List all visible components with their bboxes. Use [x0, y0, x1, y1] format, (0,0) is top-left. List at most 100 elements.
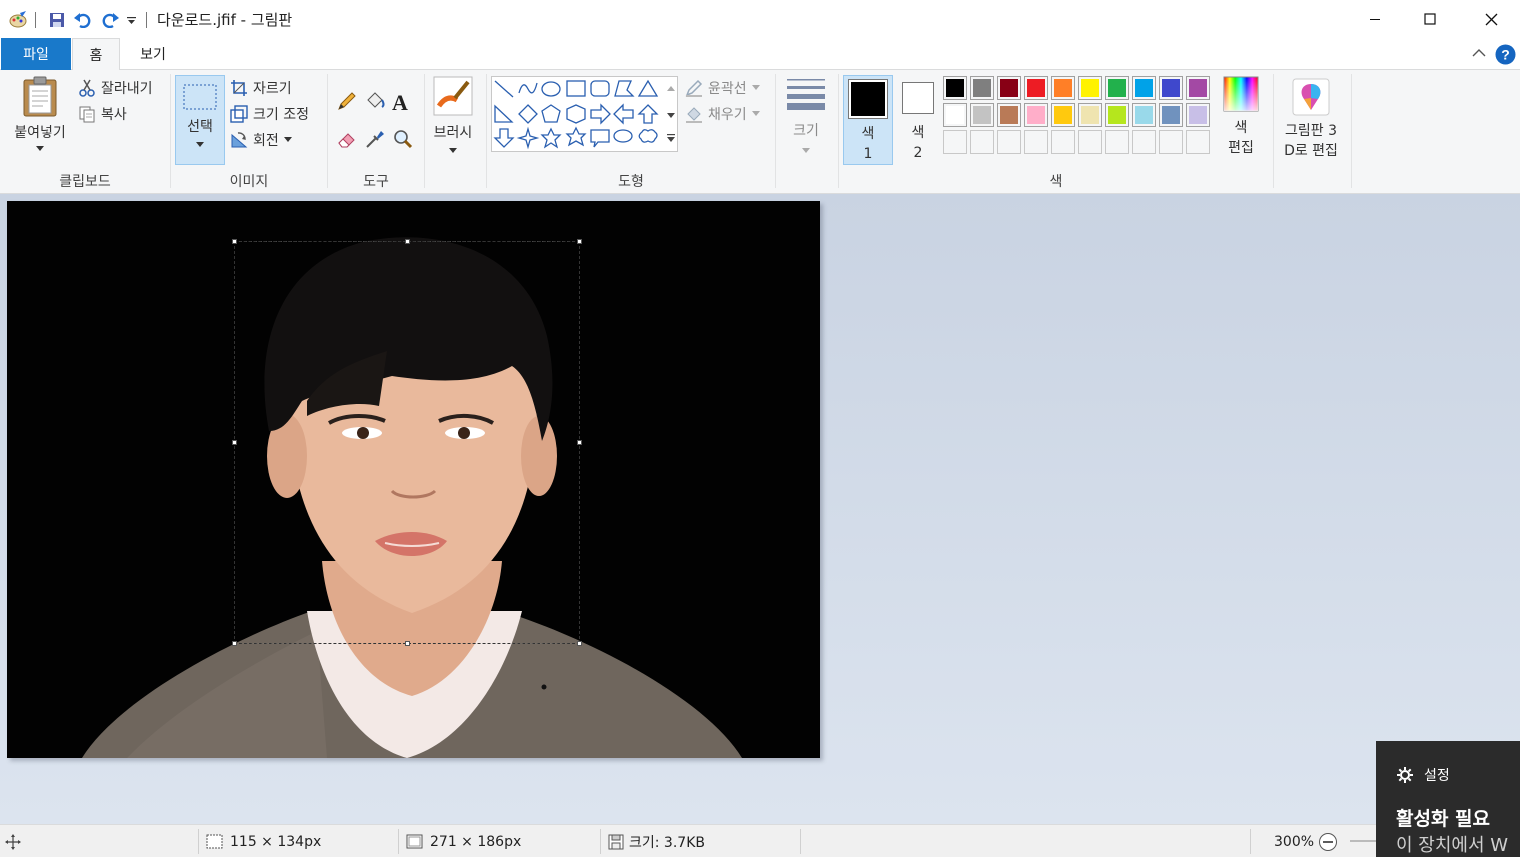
- resize-handle[interactable]: [577, 239, 582, 244]
- palette-swatch[interactable]: [1051, 76, 1075, 100]
- tab-home[interactable]: 홈: [72, 38, 120, 71]
- line-width-icon: [787, 79, 825, 110]
- paint3d-icon: [1292, 78, 1330, 116]
- tab-file[interactable]: 파일: [1, 38, 71, 70]
- selection-size: 115 × 134px: [206, 825, 321, 857]
- settings-link[interactable]: 설정: [1396, 765, 1450, 785]
- resize-handle[interactable]: [232, 641, 237, 646]
- fill-button[interactable]: 채우기: [684, 104, 760, 124]
- pencil-icon[interactable]: [336, 90, 358, 116]
- chevron-down-icon: [449, 148, 457, 153]
- palette-swatch[interactable]: [943, 76, 967, 100]
- paint-app-icon[interactable]: [7, 9, 29, 31]
- rotate-icon: [229, 130, 249, 150]
- palette-swatch[interactable]: [1186, 76, 1210, 100]
- palette-swatch[interactable]: [1186, 103, 1210, 127]
- size-label: 크기: [793, 123, 819, 139]
- scroll-arrows-icon: [667, 86, 675, 142]
- custom-color-slot[interactable]: [1051, 130, 1075, 154]
- image-canvas[interactable]: [7, 201, 820, 758]
- tab-view[interactable]: 보기: [122, 38, 184, 70]
- swatch-fill: [1189, 79, 1207, 97]
- custom-color-slot[interactable]: [1105, 130, 1129, 154]
- shapes-group-label: 도형: [618, 174, 644, 190]
- color2-label-bottom: 2: [913, 145, 923, 161]
- customize-quick-access-icon[interactable]: [124, 9, 138, 31]
- color1-button[interactable]: 색 1: [843, 75, 893, 165]
- help-icon[interactable]: ?: [1495, 44, 1516, 69]
- color1-swatch: [851, 82, 885, 116]
- resize-handle[interactable]: [232, 239, 237, 244]
- shapes-gallery[interactable]: [491, 76, 678, 152]
- magnifier-icon[interactable]: [392, 128, 414, 154]
- text-tool-icon[interactable]: A: [392, 90, 408, 116]
- custom-color-slot[interactable]: [1186, 130, 1210, 154]
- palette-swatch[interactable]: [1132, 76, 1156, 100]
- select-button[interactable]: 선택: [175, 75, 225, 165]
- activation-notice[interactable]: 설정 활성화 필요 이 장치에서 W: [1376, 741, 1520, 857]
- custom-color-slot[interactable]: [1024, 130, 1048, 154]
- redo-icon[interactable]: [99, 9, 121, 31]
- palette-swatch[interactable]: [1159, 76, 1183, 100]
- palette-swatch[interactable]: [1159, 103, 1183, 127]
- swatch-fill: [1054, 106, 1072, 124]
- fill-bucket-icon[interactable]: [364, 90, 386, 116]
- zoom-slider-track[interactable]: [1350, 840, 1376, 842]
- edit-with-paint3d-button[interactable]: 그림판 3 D로 편집: [1278, 78, 1344, 164]
- minimize-button[interactable]: [1346, 0, 1404, 38]
- rotate-button[interactable]: 회전: [229, 130, 292, 150]
- copy-button[interactable]: 복사: [77, 104, 127, 124]
- palette-swatch[interactable]: [1105, 76, 1129, 100]
- edit-colors-button[interactable]: 색 편집: [1219, 76, 1263, 162]
- paste-button[interactable]: 붙여넣기: [8, 75, 72, 161]
- chevron-down-icon: [196, 142, 204, 147]
- palette-swatch[interactable]: [970, 103, 994, 127]
- palette-swatch[interactable]: [1024, 76, 1048, 100]
- palette-swatch[interactable]: [1078, 76, 1102, 100]
- brushes-button[interactable]: 브러시: [428, 76, 478, 162]
- palette-swatch[interactable]: [997, 76, 1021, 100]
- palette-swatch[interactable]: [1132, 103, 1156, 127]
- custom-color-slot[interactable]: [970, 130, 994, 154]
- custom-color-slot[interactable]: [943, 130, 967, 154]
- shapes-scroll[interactable]: [664, 80, 678, 150]
- outline-button[interactable]: 윤곽선: [684, 78, 760, 98]
- resize-button[interactable]: 크기 조정: [229, 104, 309, 124]
- resize-handle[interactable]: [405, 641, 410, 646]
- resize-handle[interactable]: [577, 641, 582, 646]
- custom-color-slot[interactable]: [1159, 130, 1183, 154]
- custom-color-slot[interactable]: [1078, 130, 1102, 154]
- color-picker-icon[interactable]: [364, 128, 386, 154]
- canvas-workspace[interactable]: [0, 194, 1520, 824]
- palette-swatch[interactable]: [943, 103, 967, 127]
- collapse-ribbon-icon[interactable]: [1472, 47, 1486, 62]
- custom-color-slot[interactable]: [997, 130, 1021, 154]
- palette-swatch[interactable]: [1024, 103, 1048, 127]
- eraser-icon[interactable]: [336, 128, 358, 154]
- maximize-button[interactable]: [1401, 0, 1459, 38]
- palette-swatch[interactable]: [1105, 103, 1129, 127]
- palette-swatch[interactable]: [1078, 103, 1102, 127]
- size-button[interactable]: 크기: [781, 76, 831, 162]
- cut-button[interactable]: 잘라내기: [77, 78, 153, 98]
- undo-icon[interactable]: [72, 9, 94, 31]
- resize-handle[interactable]: [577, 440, 582, 445]
- resize-handle[interactable]: [405, 239, 410, 244]
- title-separator: [146, 12, 147, 28]
- save-icon[interactable]: [46, 9, 68, 31]
- color2-button[interactable]: 색 2: [896, 75, 940, 165]
- swatch-fill: [1135, 106, 1153, 124]
- custom-color-slot[interactable]: [1132, 130, 1156, 154]
- resize-icon: [229, 104, 249, 124]
- crop-button[interactable]: 자르기: [229, 78, 292, 98]
- palette-swatch[interactable]: [997, 103, 1021, 127]
- palette-swatch[interactable]: [970, 76, 994, 100]
- palette-swatch[interactable]: [1051, 103, 1075, 127]
- selection-rectangle[interactable]: [232, 239, 582, 646]
- cursor-position-icon: [5, 825, 21, 857]
- color1-label-bottom: 1: [863, 146, 873, 162]
- color1-label-top: 색: [861, 126, 875, 142]
- close-button[interactable]: [1462, 0, 1520, 38]
- resize-handle[interactable]: [232, 440, 237, 445]
- zoom-out-button[interactable]: [1318, 825, 1338, 857]
